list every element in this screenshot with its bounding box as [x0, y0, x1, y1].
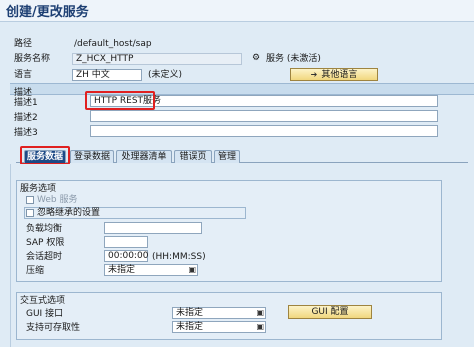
accessibility-value: 未指定: [176, 322, 204, 332]
dropdown-icon: ▣: [188, 265, 196, 274]
other-languages-label: 其他语言: [321, 70, 358, 80]
desc3-field[interactable]: [90, 125, 438, 137]
ignore-inherit-checkbox[interactable]: [26, 209, 34, 217]
tab-handler-list[interactable]: 处理器清单: [116, 150, 172, 163]
web-service-label: Web 服务: [37, 195, 78, 205]
language-label: 语言: [14, 70, 33, 80]
accessibility-label: 支持可存取性: [26, 323, 81, 333]
accessibility-select[interactable]: 未指定 ▣: [172, 321, 266, 333]
dropdown-icon: ▣: [256, 308, 264, 317]
arrow-right-icon: ➔: [310, 70, 318, 79]
interactive-options-title: 交互式选项: [20, 296, 66, 306]
compress-select[interactable]: 未指定 ▣: [104, 264, 198, 276]
language-field[interactable]: ZH 中文: [72, 69, 142, 81]
status-icon: ⚙: [252, 53, 261, 63]
gui-interface-value: 未指定: [176, 308, 204, 318]
service-name-label: 服务名称: [14, 54, 51, 64]
load-balance-label: 负载均衡: [26, 224, 63, 234]
other-languages-button[interactable]: ➔ 其他语言: [290, 68, 378, 81]
page-title: 创建/更改服务: [6, 5, 89, 20]
language-note: (未定义): [148, 70, 183, 80]
gui-config-label: GUI 配置: [311, 307, 349, 317]
compress-value: 未指定: [108, 265, 136, 275]
tab-admin[interactable]: 管理: [214, 150, 240, 163]
compress-label: 压缩: [26, 266, 45, 276]
desc3-label: 描述3: [14, 128, 38, 138]
path-label: 路径: [14, 39, 33, 49]
timeout-format: (HH:MM:SS): [152, 252, 206, 262]
service-options-group: [16, 180, 442, 282]
tab-login-data[interactable]: 登录数据: [70, 150, 114, 163]
title-bar: 创建/更改服务: [0, 0, 474, 22]
service-name-field: Z_HCX_HTTP: [72, 53, 242, 65]
service-options-title: 服务选项: [20, 184, 57, 194]
dropdown-icon: ▣: [256, 322, 264, 331]
gui-interface-label: GUI 接口: [26, 309, 64, 319]
tab-error-pages[interactable]: 错误页: [174, 150, 212, 163]
load-balance-field[interactable]: [104, 222, 202, 234]
description-header: 描述: [10, 83, 474, 98]
desc1-label: 描述1: [14, 98, 38, 108]
timeout-field[interactable]: 00:00:00: [104, 250, 148, 262]
service-status: 服务 (未激活): [266, 54, 321, 64]
path-value: /default_host/sap: [74, 39, 152, 49]
desc1-highlight: [85, 91, 155, 110]
gui-config-button[interactable]: GUI 配置: [288, 305, 372, 319]
sap-auth-label: SAP 权限: [26, 238, 65, 248]
desc2-field[interactable]: [90, 110, 438, 122]
tab-highlight: [20, 146, 70, 165]
timeout-label: 会话超时: [26, 252, 63, 262]
web-service-checkbox[interactable]: [26, 196, 34, 204]
ignore-inherit-label: 忽略继承的设置: [37, 208, 101, 218]
desc2-label: 描述2: [14, 113, 38, 123]
gui-interface-select[interactable]: 未指定 ▣: [172, 307, 266, 319]
sap-auth-field[interactable]: [104, 236, 148, 248]
